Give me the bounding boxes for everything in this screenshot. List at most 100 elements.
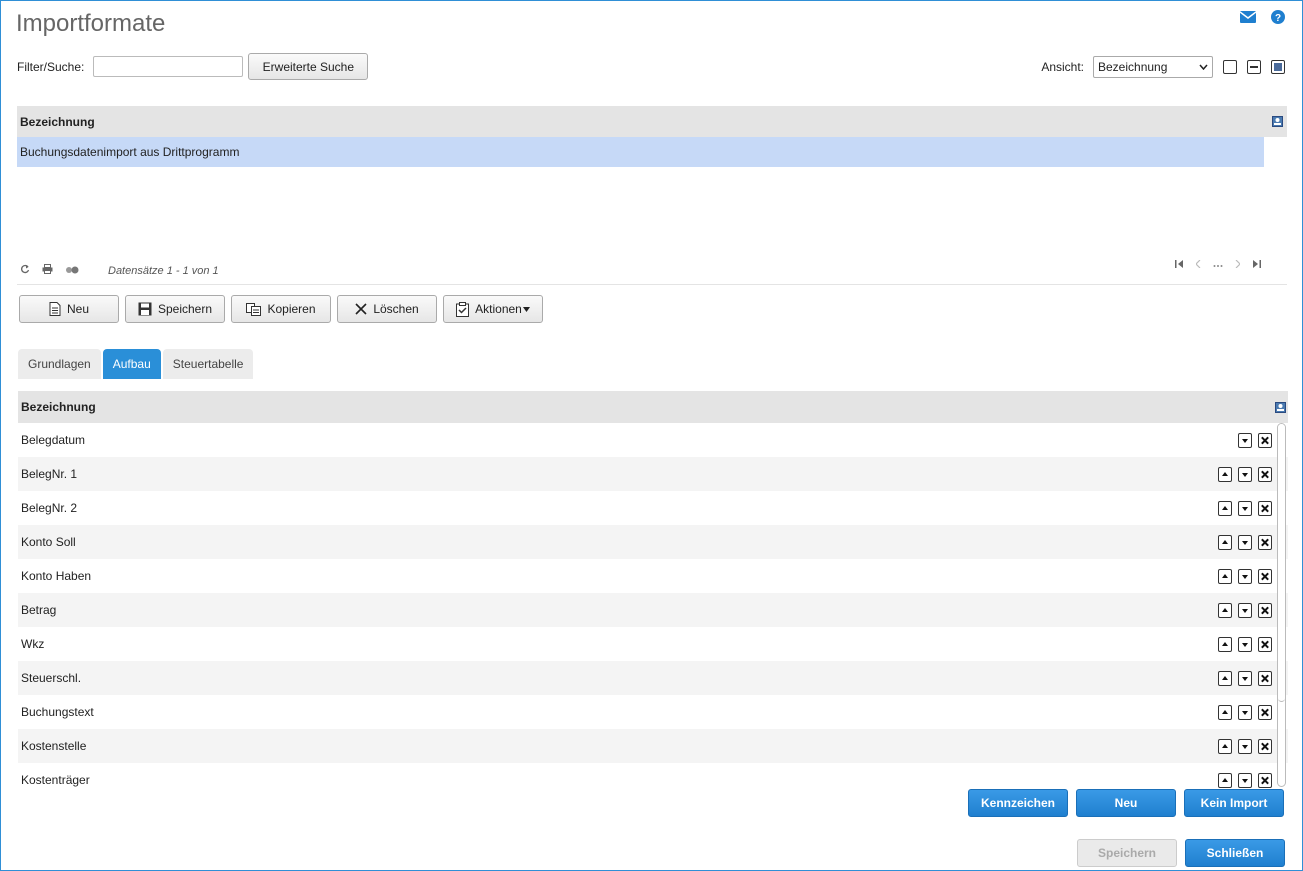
remove-icon[interactable]	[1258, 534, 1272, 550]
table-row[interactable]: Buchungstext	[18, 695, 1288, 729]
column-header-bezeichnung[interactable]: Bezeichnung	[21, 400, 96, 414]
table-cell: Belegdatum	[21, 433, 86, 447]
column-header-bezeichnung[interactable]: Bezeichnung	[20, 115, 95, 129]
view-layout-split-icon[interactable]	[1247, 60, 1261, 74]
move-up-icon[interactable]	[1218, 602, 1232, 618]
table-row[interactable]: Betrag	[18, 593, 1288, 627]
refresh-icon[interactable]	[20, 264, 30, 277]
no-import-button[interactable]: Kein Import	[1184, 789, 1284, 817]
move-up-icon[interactable]	[1218, 670, 1232, 686]
row-actions	[1218, 772, 1272, 788]
move-up-icon[interactable]	[1218, 704, 1232, 720]
column-chooser-icon[interactable]	[1275, 401, 1286, 413]
last-page-icon[interactable]	[1252, 259, 1261, 271]
print-icon[interactable]	[42, 264, 53, 277]
view-select[interactable]: Bezeichnung	[1093, 56, 1213, 78]
move-up-icon[interactable]	[1218, 534, 1232, 550]
flag-button[interactable]: Kennzeichen	[968, 789, 1068, 817]
vertical-scrollbar[interactable]	[1277, 423, 1286, 787]
page-ellipsis-icon	[1213, 259, 1223, 271]
remove-icon[interactable]	[1258, 636, 1272, 652]
filter-input[interactable]	[93, 56, 244, 77]
table-row[interactable]: Kostenträger	[18, 763, 1288, 789]
row-actions	[1218, 466, 1272, 482]
clipboard-icon	[456, 301, 470, 317]
view-layout-full-icon[interactable]	[1271, 60, 1285, 74]
first-page-icon[interactable]	[1175, 259, 1184, 271]
tab-steuertabelle[interactable]: Steuertabelle	[162, 349, 254, 379]
move-up-icon[interactable]	[1218, 568, 1232, 584]
remove-icon[interactable]	[1258, 432, 1272, 448]
move-down-icon[interactable]	[1238, 432, 1252, 448]
move-down-icon[interactable]	[1238, 772, 1252, 788]
row-actions	[1218, 602, 1272, 618]
tab-grundlagen[interactable]: Grundlagen	[18, 349, 101, 379]
actions-button-label: Aktionen	[475, 302, 522, 316]
remove-icon[interactable]	[1258, 704, 1272, 720]
remove-icon[interactable]	[1258, 500, 1272, 516]
table-row[interactable]: Wkz	[18, 627, 1288, 661]
settings-dots-icon[interactable]	[65, 265, 79, 277]
view-bar: Ansicht: Bezeichnung	[1041, 56, 1285, 78]
remove-icon[interactable]	[1258, 670, 1272, 686]
table-row[interactable]: Konto Haben	[18, 559, 1288, 593]
close-icon	[355, 303, 367, 315]
grid-actions: Kennzeichen Neu Kein Import	[968, 789, 1284, 817]
filter-bar: Filter/Suche: Erweiterte Suche	[17, 53, 369, 80]
remove-icon[interactable]	[1258, 772, 1272, 788]
move-down-icon[interactable]	[1238, 670, 1252, 686]
table-row[interactable]: Kostenstelle	[18, 729, 1288, 763]
remove-icon[interactable]	[1258, 466, 1272, 482]
move-up-icon[interactable]	[1218, 636, 1232, 652]
copy-button[interactable]: Kopieren	[231, 295, 331, 323]
move-up-icon[interactable]	[1218, 772, 1232, 788]
record-count: Datensätze 1 - 1 von 1	[108, 264, 219, 277]
footer-save-button[interactable]: Speichern	[1077, 839, 1177, 867]
remove-icon[interactable]	[1258, 738, 1272, 754]
window: Importformate ? Filter/Suche: Erweiterte…	[0, 0, 1303, 871]
move-down-icon[interactable]	[1238, 738, 1252, 754]
chevron-down-icon	[1199, 64, 1208, 70]
move-down-icon[interactable]	[1238, 500, 1252, 516]
table-row[interactable]: Konto Soll	[18, 525, 1288, 559]
table-cell: Buchungstext	[21, 705, 94, 719]
advanced-search-button[interactable]: Erweiterte Suche	[248, 53, 369, 80]
mail-icon[interactable]	[1240, 11, 1256, 23]
next-page-icon[interactable]	[1235, 259, 1241, 271]
move-down-icon[interactable]	[1238, 568, 1252, 584]
close-button[interactable]: Schließen	[1185, 839, 1285, 867]
move-down-icon[interactable]	[1238, 602, 1252, 618]
add-row-button[interactable]: Neu	[1076, 789, 1176, 817]
move-down-icon[interactable]	[1238, 704, 1252, 720]
move-up-icon[interactable]	[1218, 466, 1232, 482]
move-down-icon[interactable]	[1238, 466, 1252, 482]
view-layout-single-icon[interactable]	[1223, 60, 1237, 74]
new-button[interactable]: Neu	[19, 295, 119, 323]
delete-button[interactable]: Löschen	[337, 295, 437, 323]
table-row[interactable]: Belegdatum	[18, 423, 1288, 457]
table-row[interactable]: BelegNr. 2	[18, 491, 1288, 525]
scrollbar-thumb[interactable]	[1278, 424, 1285, 702]
move-up-icon[interactable]	[1218, 500, 1232, 516]
remove-icon[interactable]	[1258, 602, 1272, 618]
table-row[interactable]: Buchungsdatenimport aus Drittprogramm	[17, 137, 1264, 167]
column-chooser-icon[interactable]	[1272, 116, 1283, 127]
help-icon[interactable]: ?	[1270, 9, 1286, 25]
table-row[interactable]: BelegNr. 1	[18, 457, 1288, 491]
move-down-icon[interactable]	[1238, 636, 1252, 652]
move-up-icon[interactable]	[1218, 738, 1232, 754]
pager-bar: Datensätze 1 - 1 von 1	[17, 257, 1287, 285]
actions-button[interactable]: Aktionen	[443, 295, 543, 323]
record-toolbar: Neu Speichern Kopieren Löschen Aktionen	[19, 295, 543, 323]
table-cell: BelegNr. 1	[21, 467, 78, 481]
tab-aufbau[interactable]: Aufbau	[102, 349, 161, 379]
remove-icon[interactable]	[1258, 568, 1272, 584]
caret-down-icon	[522, 306, 530, 312]
save-button[interactable]: Speichern	[125, 295, 225, 323]
prev-page-icon[interactable]	[1195, 259, 1201, 271]
table-row[interactable]: Steuerschl.	[18, 661, 1288, 695]
move-down-icon[interactable]	[1238, 534, 1252, 550]
structure-grid-body[interactable]: Belegdatum BelegNr. 1 BelegNr. 2 Konto S…	[18, 423, 1288, 789]
table-cell: Steuerschl.	[21, 671, 82, 685]
row-actions	[1218, 704, 1272, 720]
